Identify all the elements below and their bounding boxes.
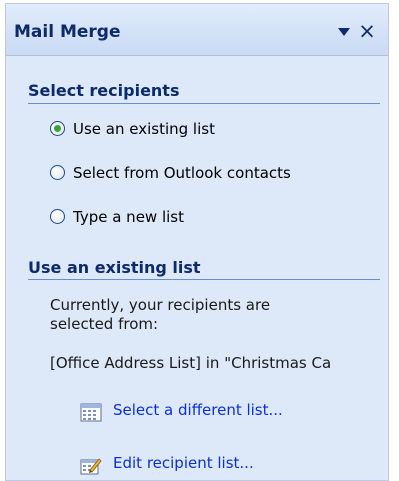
radio-button[interactable] (50, 165, 65, 180)
select-different-list-label[interactable]: Select a different list... (113, 401, 283, 419)
section-header-select-recipients: Select recipients (28, 81, 180, 100)
radio-label[interactable]: Type a new list (73, 208, 184, 226)
recipients-description-line1: Currently, your recipients are (50, 296, 271, 314)
radio-label[interactable]: Select from Outlook contacts (73, 164, 291, 182)
radio-button[interactable] (50, 209, 65, 224)
edit-list-icon (80, 458, 102, 475)
radio-label[interactable]: Use an existing list (73, 120, 215, 138)
radio-option-use-existing-list[interactable]: Use an existing list (50, 120, 270, 142)
select-different-list-link[interactable]: Select a different list... (80, 400, 320, 424)
close-icon[interactable]: × (357, 20, 377, 42)
dropdown-arrow-icon[interactable] (338, 28, 350, 36)
radio-option-outlook-contacts[interactable]: Select from Outlook contacts (50, 164, 350, 186)
pane-title: Mail Merge (14, 22, 121, 42)
radio-option-type-new-list[interactable]: Type a new list (50, 208, 240, 230)
recipients-description-line2: selected from: (50, 315, 159, 333)
radio-selected-dot (54, 125, 61, 132)
pane-title-bar: Mail Merge × (6, 4, 388, 56)
edit-recipient-list-link[interactable]: Edit recipient list... (80, 453, 280, 477)
section-divider (28, 279, 380, 280)
section-divider (28, 103, 380, 104)
edit-recipient-list-label[interactable]: Edit recipient list... (113, 454, 254, 472)
recipient-source-text: [Office Address List] in "Christmas Ca (50, 354, 332, 372)
section-header-use-existing-list: Use an existing list (28, 258, 201, 277)
address-book-icon (80, 403, 102, 422)
mail-merge-task-pane: Mail Merge × Select recipients Use an ex… (5, 3, 389, 481)
radio-button[interactable] (50, 121, 65, 136)
